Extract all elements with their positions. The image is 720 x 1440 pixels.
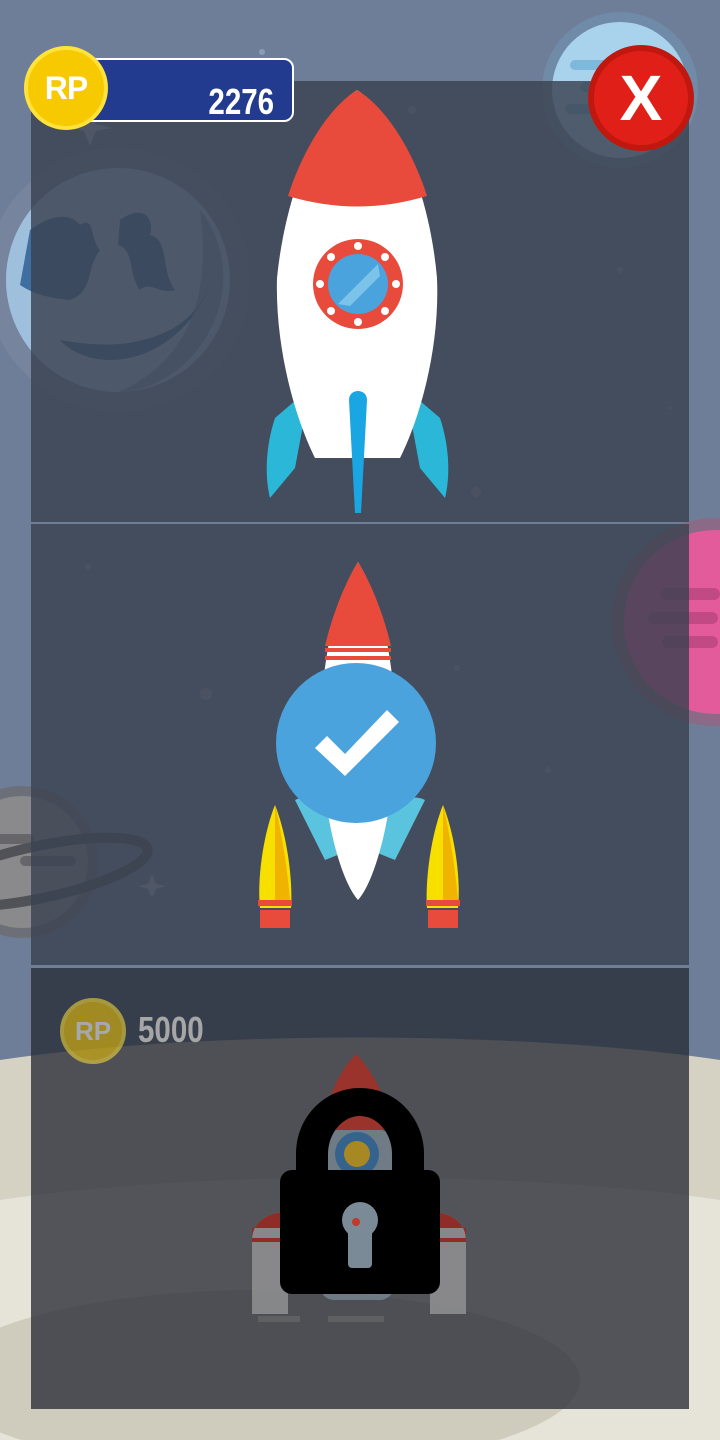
coin-icon: RP: [24, 46, 108, 130]
padlock-icon: [280, 1088, 440, 1294]
checkmark-icon: [276, 663, 436, 823]
close-button[interactable]: X: [588, 45, 694, 151]
rocket-icon: [266, 90, 449, 513]
price-coin-symbol: RP: [74, 1015, 112, 1046]
close-icon: X: [619, 62, 663, 134]
coin-icon: RP: [60, 998, 126, 1064]
coin-balance: 2276 RP: [24, 46, 294, 136]
coin-symbol: RP: [44, 69, 88, 106]
price-value: 5000: [138, 1009, 204, 1050]
balance-value: 2276: [208, 81, 274, 122]
balance-bar: 2276: [80, 58, 294, 122]
rocket-shop-screen: 2276 RP X RP 5000: [0, 0, 720, 1440]
